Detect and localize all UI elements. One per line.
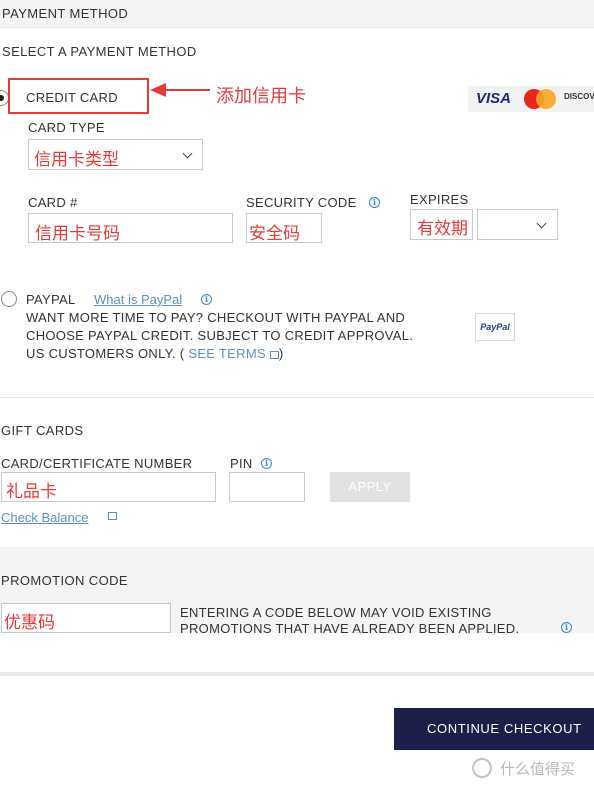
promo-note-line1: ENTERING A CODE BELOW MAY VOID EXISTING bbox=[180, 605, 492, 620]
gift-card-number-input[interactable]: 礼品卡 bbox=[1, 472, 216, 502]
discover-logo: DISCOVER bbox=[564, 92, 594, 101]
promo-code-value: 优惠码 bbox=[4, 613, 55, 633]
gift-cards-title: GIFT CARDS bbox=[1, 423, 84, 438]
apply-button[interactable]: APPLY bbox=[330, 472, 410, 502]
security-code-value: 安全码 bbox=[249, 224, 300, 244]
card-number-label: CARD # bbox=[28, 195, 78, 210]
info-icon[interactable]: i bbox=[201, 294, 212, 305]
paypal-desc-prefix: US CUSTOMERS ONLY. ( bbox=[26, 346, 185, 361]
annotation-arrow-icon bbox=[150, 83, 210, 97]
card-logos: VISA DISCOVER bbox=[468, 86, 594, 112]
see-terms-link[interactable]: SEE TERMS bbox=[188, 346, 266, 361]
card-number-value: 信用卡号码 bbox=[35, 224, 120, 244]
info-icon[interactable]: i bbox=[261, 458, 272, 469]
watermark-logo-icon bbox=[472, 758, 492, 778]
expires-value: 有效期 bbox=[417, 219, 468, 239]
security-code-input[interactable]: 安全码 bbox=[246, 213, 322, 244]
card-number-input[interactable]: 信用卡号码 bbox=[28, 213, 233, 244]
mastercard-logo bbox=[524, 89, 556, 109]
annotation-text: 添加信用卡 bbox=[216, 86, 306, 107]
paypal-label[interactable]: PAYPAL bbox=[26, 292, 76, 307]
pin-label: PIN bbox=[230, 456, 253, 471]
expires-label: EXPIRES bbox=[410, 192, 469, 207]
expires-year-select[interactable] bbox=[477, 209, 558, 240]
paypal-radio[interactable] bbox=[1, 291, 17, 307]
promo-note-line2: PROMOTIONS THAT HAVE ALREADY BEEN APPLIE… bbox=[180, 621, 520, 636]
paypal-desc-suffix: ) bbox=[278, 346, 284, 361]
paypal-desc-line1: WANT MORE TIME TO PAY? CHECKOUT WITH PAY… bbox=[26, 310, 406, 325]
chevron-down-icon bbox=[182, 148, 193, 159]
card-type-value: 信用卡类型 bbox=[34, 150, 119, 170]
info-icon[interactable]: i bbox=[369, 197, 380, 208]
card-type-label: CARD TYPE bbox=[28, 120, 105, 135]
paypal-logo: PayPal bbox=[475, 313, 515, 341]
external-link-icon bbox=[269, 350, 279, 359]
promo-code-input[interactable]: 优惠码 bbox=[1, 603, 171, 633]
expires-month-select[interactable]: 有效期 bbox=[410, 209, 473, 240]
what-is-paypal-link[interactable]: What is PayPal bbox=[94, 292, 182, 307]
chevron-down-icon bbox=[536, 218, 547, 229]
divider bbox=[0, 672, 594, 676]
watermark-text: 什么值得买 bbox=[500, 760, 576, 778]
select-payment-title: SELECT A PAYMENT METHOD bbox=[2, 44, 197, 59]
gift-card-number-value: 礼品卡 bbox=[6, 482, 57, 502]
pin-input[interactable] bbox=[229, 472, 305, 502]
page-title: PAYMENT METHOD bbox=[2, 6, 129, 21]
gift-card-number-label: CARD/CERTIFICATE NUMBER bbox=[1, 456, 193, 471]
credit-card-label[interactable]: CREDIT CARD bbox=[26, 90, 118, 105]
check-balance-link[interactable]: Check Balance bbox=[1, 510, 88, 525]
security-code-label: SECURITY CODE bbox=[246, 195, 357, 210]
divider bbox=[0, 397, 594, 398]
external-link-icon bbox=[108, 512, 117, 520]
paypal-desc-line2: CHOOSE PAYPAL CREDIT. SUBJECT TO CREDIT … bbox=[26, 328, 414, 343]
info-icon[interactable]: i bbox=[561, 622, 572, 633]
continue-checkout-button[interactable]: CONTINUE CHECKOUT bbox=[394, 708, 594, 750]
paypal-desc-line3: US CUSTOMERS ONLY. ( SEE TERMS ) bbox=[26, 346, 284, 361]
card-type-select[interactable]: 信用卡类型 bbox=[28, 139, 203, 170]
visa-logo: VISA bbox=[476, 90, 512, 107]
promotion-title: PROMOTION CODE bbox=[1, 573, 128, 588]
radio-selected-dot bbox=[0, 95, 4, 101]
